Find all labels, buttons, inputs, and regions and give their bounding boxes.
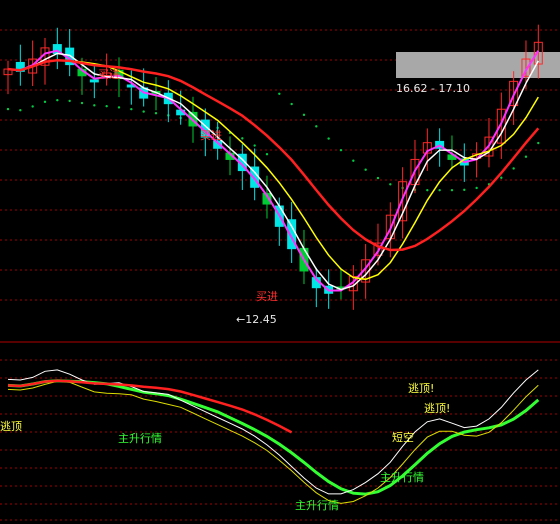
dot-28 [352,159,355,162]
dot-26 [327,137,330,140]
dot-42 [524,155,528,158]
dot-31 [389,183,392,186]
candlestick-chart: 16.62 - 17.10 ←12.45 买进 买进 买进 逃顶 主升行情 主升… [0,24,560,521]
escape-top-label-a: 逃顶! [408,382,434,395]
escape-top-label-b: 逃顶! [424,402,450,415]
dot-43 [537,141,540,145]
dot-29 [364,168,367,171]
dot-7 [93,104,96,107]
dot-23 [290,102,293,106]
dot-12 [154,111,158,115]
dot-41 [512,167,515,170]
dot-5 [68,99,71,103]
dot-21 [265,152,269,156]
dot-8 [105,104,108,108]
indicator-panel [7,369,540,504]
dot-35 [438,188,441,192]
dot-22 [278,92,281,95]
dot-30 [376,176,380,180]
dot-38 [475,186,478,190]
dot-11 [142,110,145,113]
main-rise-label-right: 主升行情 [380,471,424,484]
indicator-red-line [7,379,293,434]
buy-signal-1: 买进 [98,68,120,81]
main-rise-label-left: 主升行情 [118,432,162,445]
indicator-white-line [7,369,539,495]
dot-24 [302,113,306,117]
escape-top-left-label: 逃顶 [0,420,22,433]
dot-27 [339,148,343,152]
price-range-label: 16.62 - 17.10 [396,82,470,95]
dot-25 [315,125,318,128]
low-price-label: ←12.45 [236,313,277,326]
dot-9 [117,106,121,109]
dot-34 [426,188,429,192]
dot-20 [253,144,256,147]
indicator-yellow-line [7,380,539,504]
dot-40 [500,176,503,179]
dot-0 [6,107,10,111]
dot-19 [241,137,244,140]
dot-10 [130,107,133,111]
gridlines [0,29,560,521]
chart-canvas: 16.62 - 17.10 ←12.45 买进 买进 买进 逃顶 主升行情 主升… [0,0,560,524]
dot-3 [43,100,47,104]
dot-1 [19,108,22,112]
dot-4 [56,98,59,102]
dot-36 [450,188,454,192]
dot-37 [463,188,466,192]
indicator-green-line [7,379,540,496]
main-rise-label-bottom: 主升行情 [295,499,339,512]
dot-6 [80,101,84,105]
short-sell-label: 短空 [392,430,414,444]
dot-2 [31,105,34,108]
buy-signal-3: 买进 [256,290,278,303]
buy-signal-2: 买进 [200,129,222,142]
